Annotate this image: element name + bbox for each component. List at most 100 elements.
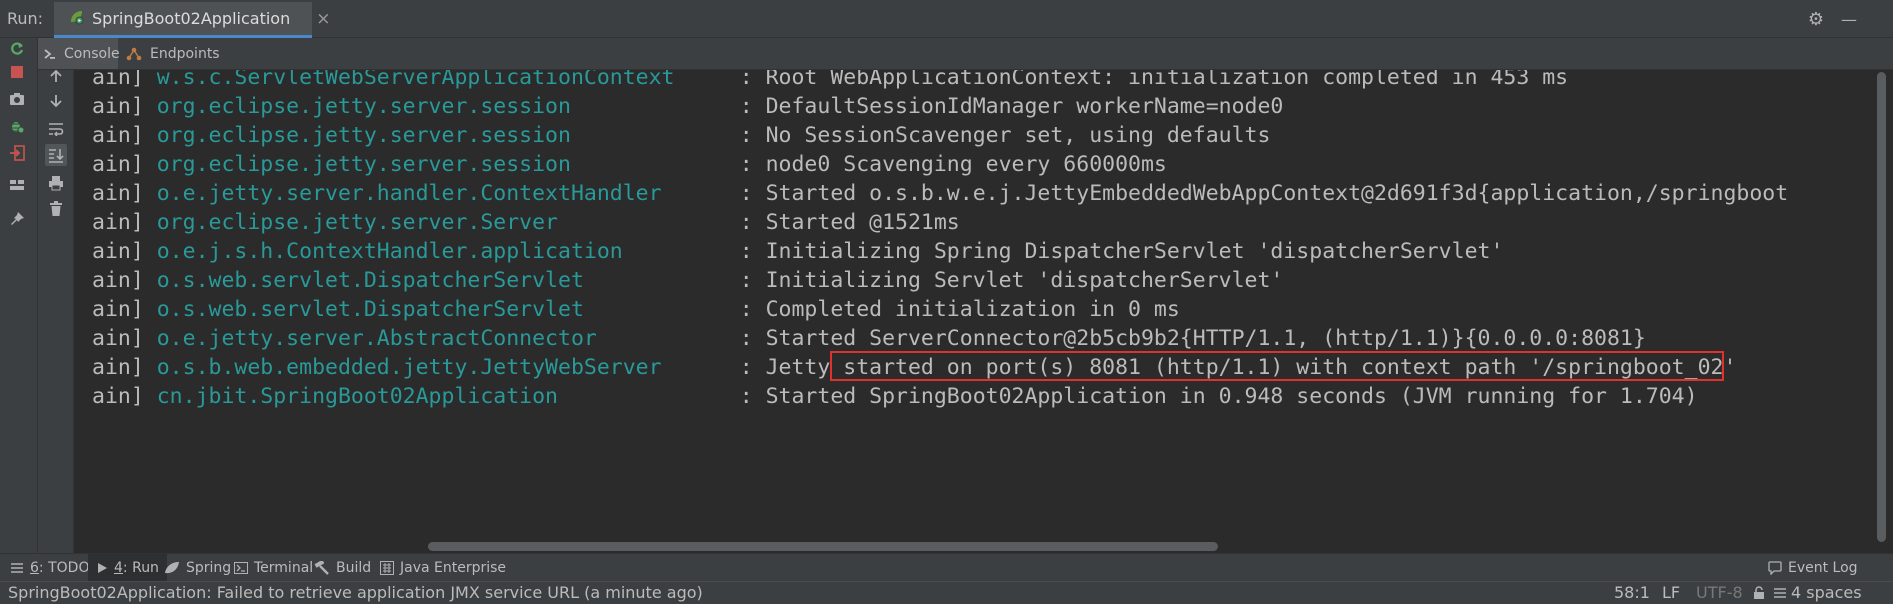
log-thread: ain] xyxy=(92,152,144,177)
log-thread: ain] xyxy=(92,326,144,351)
log-logger: cn.jbit.SpringBoot02Application xyxy=(156,384,559,409)
log-thread: ain] xyxy=(92,94,144,119)
status-bar: SpringBoot02Application: Failed to retri… xyxy=(0,581,1893,604)
log-separator: : xyxy=(739,239,753,264)
horizontal-scrollbar-thumb[interactable] xyxy=(428,542,1218,551)
log-thread: ain] xyxy=(92,384,144,409)
list-icon xyxy=(10,562,24,574)
tab-java-enterprise[interactable]: Java Enterprise xyxy=(380,554,506,581)
tab-todo[interactable]: 6: TODO xyxy=(10,554,89,581)
camera-icon[interactable] xyxy=(6,88,28,110)
down-arrow-icon[interactable] xyxy=(45,90,67,112)
log-logger: org.eclipse.jetty.server.session xyxy=(156,152,571,177)
run-label: Run: xyxy=(7,9,44,28)
tab-spring[interactable]: Spring xyxy=(164,554,231,581)
spring-leaf-icon xyxy=(164,561,180,575)
vertical-scrollbar-thumb[interactable] xyxy=(1877,72,1886,542)
log-separator: : xyxy=(739,181,753,206)
trash-icon[interactable] xyxy=(45,198,67,220)
log-separator: : xyxy=(739,268,753,293)
log-thread: ain] xyxy=(92,297,144,322)
line-separator[interactable]: LF xyxy=(1662,583,1680,602)
tool-window-bar: 6: TODO 4: Run Spring Terminal Build Jav… xyxy=(0,553,1893,581)
log-separator: : xyxy=(739,123,753,148)
terminal-icon xyxy=(234,561,248,574)
tab-springboot02application[interactable]: SpringBoot02Application × xyxy=(54,2,330,38)
exit-icon[interactable] xyxy=(6,142,28,164)
status-message[interactable]: SpringBoot02Application: Failed to retri… xyxy=(8,583,703,602)
indent-setting[interactable]: 4 spaces xyxy=(1791,583,1862,602)
log-line: ain] org.eclipse.jetty.server.session : … xyxy=(92,121,1270,150)
hammer-icon xyxy=(314,560,330,575)
log-thread: ain] xyxy=(92,268,144,293)
log-message: Started SpringBoot02Application in 0.948… xyxy=(765,384,1698,409)
tab-endpoints[interactable]: Endpoints xyxy=(126,38,220,69)
tab-build[interactable]: Build xyxy=(314,554,371,581)
log-line: ain] w.s.c.ServletWebServerApplicationCo… xyxy=(92,70,1568,92)
tab-title: SpringBoot02Application xyxy=(92,9,291,28)
stop-icon[interactable] xyxy=(6,61,28,83)
java-enterprise-label: Java Enterprise xyxy=(400,559,507,576)
log-message: DefaultSessionIdManager workerName=node0 xyxy=(765,94,1284,119)
scroll-to-end-icon[interactable] xyxy=(45,144,67,166)
log-message: node0 Scavenging every 660000ms xyxy=(765,152,1167,177)
log-line: ain] o.s.web.servlet.DispatcherServlet :… xyxy=(92,295,1180,324)
log-line: ain] o.e.jetty.server.handler.ContextHan… xyxy=(92,179,1788,208)
log-thread: ain] xyxy=(92,123,144,148)
log-message: Initializing Spring DispatcherServlet 'd… xyxy=(765,239,1504,264)
log-logger: org.eclipse.jetty.server.session xyxy=(156,94,571,119)
log-message: Started ServerConnector@2b5cb9b2{HTTP/1.… xyxy=(765,326,1646,351)
log-logger: w.s.c.ServletWebServerApplicationContext xyxy=(156,70,675,90)
todo-label: : TODO xyxy=(38,559,90,576)
console-output[interactable]: ain] w.s.c.ServletWebServerApplicationCo… xyxy=(74,70,1871,543)
highlight-annotation-box xyxy=(830,351,1724,381)
log-separator: : xyxy=(739,326,753,351)
log-line: ain] org.eclipse.jetty.server.session : … xyxy=(92,92,1283,121)
spring-boot-run-icon xyxy=(68,9,84,29)
log-separator: : xyxy=(739,210,753,235)
endpoints-icon xyxy=(126,47,142,61)
log-line: ain] cn.jbit.SpringBoot02Application : S… xyxy=(92,382,1698,411)
soft-wrap-icon[interactable] xyxy=(45,118,67,140)
indent-icon xyxy=(1773,585,1787,604)
log-line: ain] o.e.j.s.h.ContextHandler.applicatio… xyxy=(92,237,1503,266)
caret-position[interactable]: 58:1 xyxy=(1614,583,1650,602)
log-message: Initializing Servlet 'dispatcherServlet' xyxy=(765,268,1284,293)
log-message: Completed initialization in 0 ms xyxy=(765,297,1180,322)
tab-run[interactable]: 4: Run xyxy=(88,554,167,581)
tab-event-log[interactable]: Event Log xyxy=(1768,554,1858,581)
log-message: Started o.s.b.w.e.j.JettyEmbeddedWebAppC… xyxy=(765,181,1789,206)
layout-icon[interactable] xyxy=(6,174,28,196)
rerun-icon[interactable] xyxy=(6,38,28,60)
log-thread: ain] xyxy=(92,210,144,235)
file-encoding[interactable]: UTF-8 xyxy=(1696,583,1743,602)
todo-shortcut: 6 xyxy=(30,559,39,576)
up-arrow-icon[interactable] xyxy=(45,65,67,87)
console-actions-toolbar xyxy=(38,69,74,553)
hide-icon[interactable]: — xyxy=(1838,8,1860,30)
log-logger: o.e.jetty.server.handler.ContextHandler xyxy=(156,181,662,206)
log-separator: : xyxy=(739,355,753,380)
close-icon[interactable]: × xyxy=(316,9,330,29)
tab-terminal[interactable]: Terminal xyxy=(234,554,313,581)
pin-icon[interactable] xyxy=(6,208,28,230)
run-label-bottom: : Run xyxy=(122,559,159,576)
debug-bug-icon[interactable] xyxy=(6,115,28,137)
log-logger: o.e.jetty.server.AbstractConnector xyxy=(156,326,597,351)
log-message: No SessionScavenger set, using defaults xyxy=(765,123,1271,148)
log-logger: o.s.web.servlet.DispatcherServlet xyxy=(156,268,584,293)
log-separator: : xyxy=(739,152,753,177)
tab-endpoints-label: Endpoints xyxy=(150,45,220,62)
print-icon[interactable] xyxy=(45,172,67,194)
log-thread: ain] xyxy=(92,70,144,90)
log-thread: ain] xyxy=(92,181,144,206)
event-log-icon xyxy=(1768,560,1782,575)
log-separator: : xyxy=(739,94,753,119)
log-message: Root WebApplicationContext: initializati… xyxy=(765,70,1569,90)
lock-icon[interactable] xyxy=(1753,585,1765,604)
run-actions-toolbar xyxy=(0,38,38,553)
java-enterprise-icon xyxy=(380,560,394,575)
gear-icon[interactable]: ⚙ xyxy=(1805,8,1827,30)
tab-console-label: Console xyxy=(64,45,120,62)
run-shortcut: 4 xyxy=(114,559,123,576)
